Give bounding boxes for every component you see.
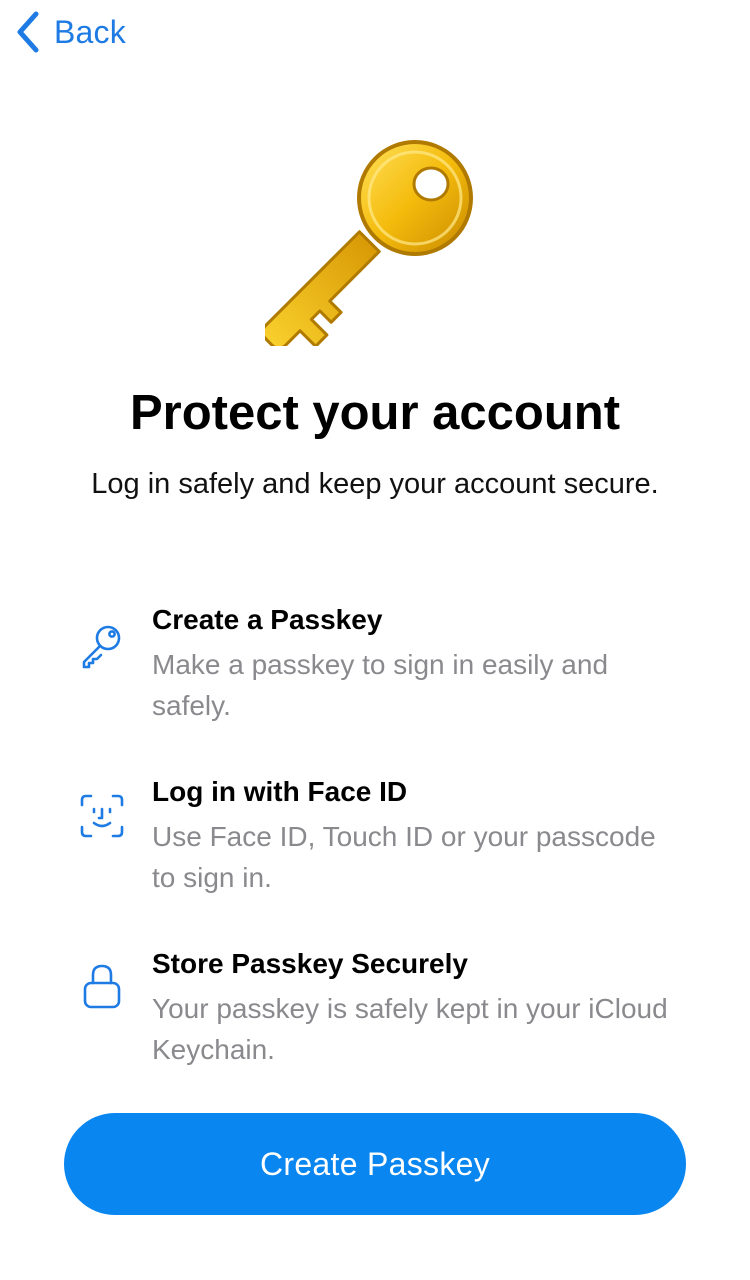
page-subtitle: Log in safely and keep your account secu…: [91, 468, 659, 500]
back-label: Back: [54, 13, 126, 50]
lock-icon: [76, 960, 128, 1012]
feature-title: Store Passkey Securely: [152, 948, 468, 979]
create-passkey-button-label: Create Passkey: [259, 1145, 491, 1182]
passkey-onboarding-screen: Back Protect your account Log in safely …: [0, 0, 750, 1280]
back-button[interactable]: Back: [14, 10, 126, 54]
page-title: Protect your account: [129, 386, 621, 440]
feature-title: Create a Passkey: [152, 604, 383, 635]
face-id-icon: [76, 790, 128, 842]
feature-description: Use Face ID, Touch ID or your passcode t…: [152, 821, 656, 893]
feature-description: Make a passkey to sign in easily and saf…: [152, 649, 609, 721]
golden-key-icon: [261, 136, 485, 350]
feature-title: Log in with Face ID: [152, 776, 408, 807]
create-passkey-button[interactable]: Create Passkey: [64, 1113, 686, 1215]
feature-description: Your passkey is safely kept in your iClo…: [152, 993, 668, 1065]
key-icon: [76, 620, 128, 672]
chevron-left-icon: [14, 10, 42, 54]
